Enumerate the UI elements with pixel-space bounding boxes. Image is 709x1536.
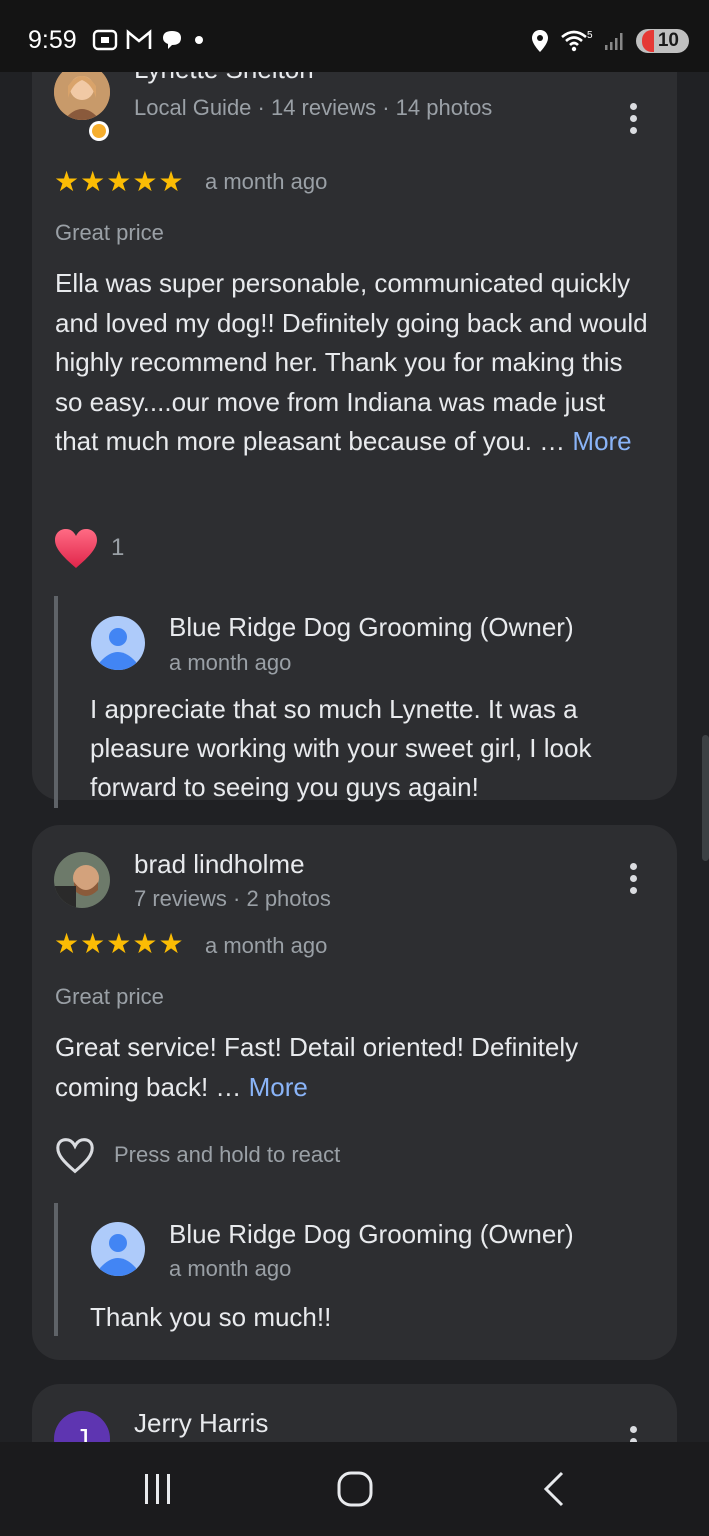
heart-reaction-icon[interactable] <box>54 528 98 570</box>
navigation-bar <box>0 1442 709 1536</box>
owner-reply-divider <box>54 596 58 808</box>
back-icon[interactable] <box>540 1470 570 1508</box>
owner-reply-date: a month ago <box>169 1256 292 1281</box>
review-text: Ella was super personable, communicated … <box>55 268 648 456</box>
star-rating: ★ ★ ★ ★ ★ <box>54 928 184 959</box>
home-icon[interactable] <box>336 1470 374 1508</box>
wifi-icon: 5 <box>561 30 593 52</box>
review-card: J Jerry Harris <box>32 1384 677 1442</box>
recent-apps-icon[interactable] <box>140 1470 176 1508</box>
reviewer-name[interactable]: brad lindholme <box>134 849 305 880</box>
clock: 9:59 <box>28 26 77 54</box>
more-options-icon[interactable] <box>629 1426 637 1442</box>
reviewer-meta: 7 reviews · 2 photos <box>134 886 331 911</box>
review-tag: Great price <box>55 220 164 245</box>
reviewer-meta: Local Guide · 14 reviews · 14 photos <box>134 95 493 120</box>
star-rating: ★ ★ ★ ★ ★ <box>54 166 184 197</box>
review-card: Lynette Shelton Local Guide · 14 reviews… <box>32 72 677 808</box>
owner-reply-text: Thank you so much!! <box>90 1302 332 1332</box>
owner-reply-divider <box>54 1203 58 1336</box>
more-options-icon[interactable] <box>629 863 637 894</box>
review-tag: Great price <box>55 984 164 1009</box>
more-options-icon[interactable] <box>629 103 637 134</box>
heart-outline-icon[interactable] <box>54 1137 96 1175</box>
react-hint: Press and hold to react <box>114 1142 341 1167</box>
chat-bubble-icon <box>163 31 181 49</box>
reviewer-name[interactable]: Jerry Harris <box>134 1408 268 1439</box>
owner-avatar <box>91 616 145 670</box>
more-link[interactable]: More <box>249 1072 308 1102</box>
status-bar: 9:59 5 10 <box>0 0 709 72</box>
owner-name: Blue Ridge Dog Grooming (Owner) <box>169 1219 574 1249</box>
avatar-letter: J <box>75 1423 89 1442</box>
reviews-list[interactable]: Lynette Shelton Local Guide · 14 reviews… <box>0 72 709 1442</box>
more-link[interactable]: More <box>572 426 631 456</box>
owner-reply-text: I appreciate that so much Lynette. It wa… <box>90 694 592 802</box>
scrollbar[interactable] <box>702 735 709 861</box>
battery-indicator: 10 <box>635 29 689 53</box>
reaction-count: 1 <box>111 534 125 561</box>
review-card: brad lindholme 7 reviews · 2 photos ★ ★ ★ ★… <box>32 825 677 1360</box>
owner-avatar <box>91 1222 145 1276</box>
battery-level: 10 <box>657 30 679 51</box>
notification-dot-icon <box>195 36 203 44</box>
review-date: a month ago <box>205 169 328 194</box>
signal-icon <box>604 33 623 50</box>
review-text: Great service! Fast! Detail oriented! De… <box>55 1032 579 1102</box>
owner-name: Blue Ridge Dog Grooming (Owner) <box>169 612 574 642</box>
reviewer-name[interactable]: Lynette Shelton <box>134 72 314 85</box>
local-guide-badge-icon <box>89 121 109 141</box>
reviewer-avatar[interactable]: J <box>54 1411 110 1442</box>
reviewer-avatar[interactable] <box>54 852 110 908</box>
owner-reply-date: a month ago <box>169 650 292 675</box>
location-icon <box>531 30 548 52</box>
reviewer-avatar[interactable] <box>54 72 110 120</box>
review-date: a month ago <box>205 933 328 958</box>
screenshot-icon <box>92 29 118 51</box>
svg-text:5: 5 <box>587 30 593 41</box>
gmail-icon <box>126 29 152 49</box>
